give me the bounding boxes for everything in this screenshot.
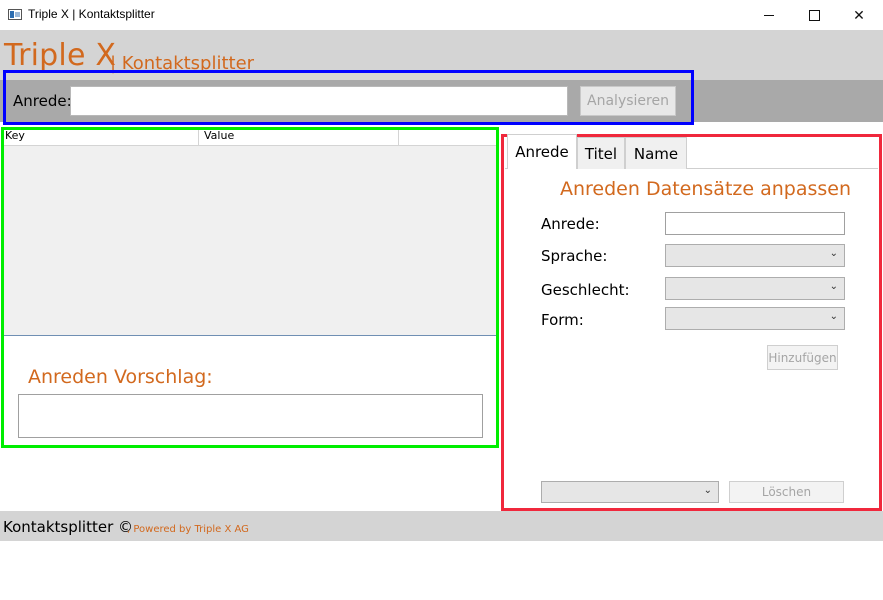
app-icon [8, 9, 22, 20]
close-icon: ✕ [853, 6, 865, 23]
footer-powered-by: , Powered by Triple X AG [127, 524, 249, 535]
footer-copyright: Kontaktsplitter © [3, 518, 134, 536]
maximize-icon [808, 9, 820, 21]
minimize-icon [764, 14, 774, 16]
minimize-button[interactable] [746, 0, 792, 30]
result-section-outline [1, 127, 499, 448]
window-title: Triple X | Kontaktsplitter [28, 7, 155, 21]
brand-title: Triple X [4, 38, 117, 73]
edit-section-outline [501, 134, 882, 511]
tab-anrede[interactable]: Anrede [507, 134, 577, 169]
maximize-button[interactable] [791, 0, 837, 30]
close-button[interactable]: ✕ [836, 0, 882, 30]
input-section-outline [3, 70, 694, 125]
